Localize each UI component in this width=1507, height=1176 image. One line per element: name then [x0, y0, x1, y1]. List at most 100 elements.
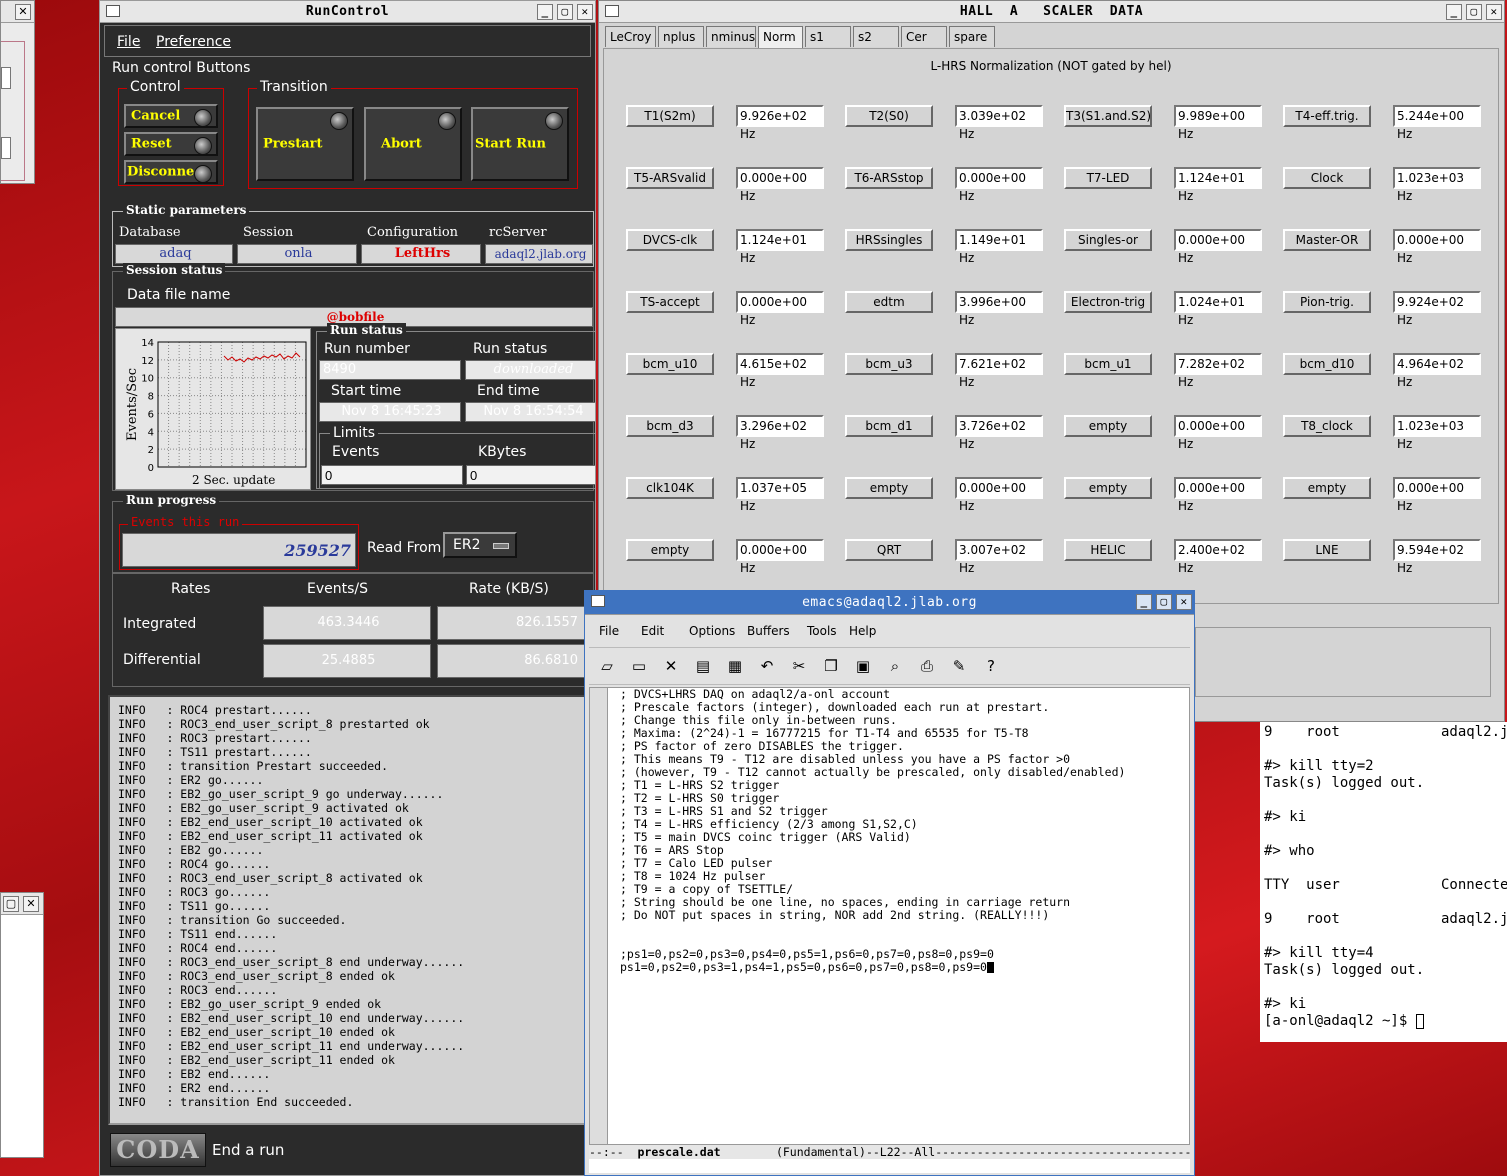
maximize-icon[interactable]: ▢	[1156, 594, 1172, 610]
terminal-window[interactable]: 9 root adaql2.jla #> kill tty=2 Task(s) l…	[1260, 722, 1507, 1042]
copy-icon[interactable]: ❐	[821, 656, 841, 676]
scaler-channel-button[interactable]: Pion-trig.	[1283, 291, 1371, 313]
menu-preference[interactable]: Preference	[156, 34, 231, 50]
scaler-channel-button[interactable]: bcm_u1	[1064, 353, 1152, 375]
scaler-channel-button[interactable]: empty	[626, 539, 714, 561]
scaler-channel-button[interactable]: HRSsingles	[845, 229, 933, 251]
minimize-icon[interactable]: _	[1446, 4, 1462, 20]
editor-text[interactable]: ; DVCS+LHRS DAQ on adaql2/a-onl account;…	[620, 688, 1179, 974]
scaler-channel-button[interactable]: T1(S2m)	[626, 105, 714, 127]
partial-window-bottom-left[interactable]: ▢ ✕	[0, 892, 44, 1158]
scaler-channel-button[interactable]: Electron-trig	[1064, 291, 1152, 313]
close-icon[interactable]: ✕	[15, 4, 31, 20]
scaler-channel-button[interactable]: T4-eff.trig.	[1283, 105, 1371, 127]
scaler-channel-button[interactable]: empty	[845, 477, 933, 499]
tab-cer[interactable]: Cer	[901, 26, 947, 47]
menu-file[interactable]: File	[117, 34, 140, 50]
scaler-channel-button[interactable]: Master-OR	[1283, 229, 1371, 251]
scaler-channel-button[interactable]: LNE	[1283, 539, 1371, 561]
tab-norm[interactable]: Norm	[758, 26, 803, 48]
window-menu-icon[interactable]	[605, 5, 619, 17]
scaler-channel-button[interactable]: T8_clock	[1283, 415, 1371, 437]
scaler-channel-button[interactable]: clk104K	[626, 477, 714, 499]
maximize-icon[interactable]: ▢	[1466, 4, 1482, 20]
scaler-channel-button[interactable]: DVCS-clk	[626, 229, 714, 251]
tab-s1[interactable]: s1	[805, 26, 851, 47]
preferences-icon[interactable]: ✎	[949, 656, 969, 676]
scaler-channel-button[interactable]: T7-LED	[1064, 167, 1152, 189]
events-limit-input[interactable]	[321, 465, 463, 485]
close-icon[interactable]: ✕	[1486, 4, 1502, 20]
menu-tools[interactable]: Tools	[807, 624, 837, 638]
menu-options[interactable]: Options	[689, 624, 735, 638]
window-menu-icon[interactable]	[106, 5, 120, 17]
close-buffer-icon[interactable]: ✕	[661, 656, 681, 676]
prestart-button[interactable]: Prestart	[256, 107, 354, 181]
minimize-icon[interactable]: _	[537, 4, 553, 20]
emacs-editor[interactable]: ; DVCS+LHRS DAQ on adaql2/a-onl account;…	[589, 687, 1190, 1145]
tab-lecroy[interactable]: LeCroy	[605, 26, 656, 47]
save-as-icon[interactable]: ▦	[725, 656, 745, 676]
open-folder-icon[interactable]: ▭	[629, 656, 649, 676]
new-file-icon[interactable]: ▱	[597, 656, 617, 676]
scaler-channel-button[interactable]: Clock	[1283, 167, 1371, 189]
menu-file[interactable]: File	[599, 624, 619, 638]
emacs-titlebar[interactable]: emacs@adaql2.jlab.org _ ▢ ✕	[585, 591, 1194, 615]
save-icon[interactable]: ▤	[693, 656, 713, 676]
help-icon[interactable]: ?	[981, 656, 1001, 676]
scrollbar[interactable]	[590, 688, 608, 1144]
scaler-channel-button[interactable]: empty	[1064, 415, 1152, 437]
cancel-button[interactable]: Cancel	[124, 104, 218, 128]
scaler-channel-button[interactable]: Singles-or	[1064, 229, 1152, 251]
plot-ytick-label: 8	[148, 392, 154, 403]
window-menu-icon[interactable]	[591, 595, 605, 607]
partial-window-top-left[interactable]: ✕	[0, 0, 35, 184]
scaler-channel-button[interactable]: HELIC	[1064, 539, 1152, 561]
scaler-channel-button[interactable]: bcm_u10	[626, 353, 714, 375]
tab-spare[interactable]: spare	[949, 26, 995, 47]
scaler-channel-button[interactable]: TS-accept	[626, 291, 714, 313]
print-icon[interactable]: ⎙	[917, 656, 937, 676]
tab-nminus[interactable]: nminus	[706, 26, 756, 47]
maximize-icon[interactable]: ▢	[557, 4, 573, 20]
start-run-button[interactable]: Start Run	[471, 107, 569, 181]
scaler-channel-button[interactable]: bcm_u3	[845, 353, 933, 375]
scaler-channel-button[interactable]: bcm_d10	[1283, 353, 1371, 375]
scaler-channel-button[interactable]: bcm_d3	[626, 415, 714, 437]
close-icon[interactable]: ✕	[1176, 594, 1192, 610]
menu-buffers[interactable]: Buffers	[747, 624, 790, 638]
search-icon[interactable]: ⌕	[885, 656, 905, 676]
scaler-channel-button[interactable]: edtm	[845, 291, 933, 313]
tab-s2[interactable]: s2	[853, 26, 899, 47]
cut-icon[interactable]: ✂	[789, 656, 809, 676]
scaler-channel-button[interactable]: T6-ARSstop	[845, 167, 933, 189]
close-icon[interactable]: ✕	[23, 896, 39, 912]
menu-edit[interactable]: Edit	[641, 624, 664, 638]
paste-icon[interactable]: ▣	[853, 656, 873, 676]
close-icon[interactable]: ✕	[577, 4, 593, 20]
message-log[interactable]: INFO : ROC4 prestart...... INFO : ROC3_en…	[108, 695, 594, 1125]
scaler-channel-button[interactable]: T3(S1.and.S2)	[1064, 105, 1152, 127]
scaler-channel-button[interactable]: bcm_d1	[845, 415, 933, 437]
maximize-icon[interactable]: ▢	[3, 896, 19, 912]
kbytes-limit-input[interactable]	[466, 465, 595, 485]
read-from-select[interactable]: ER2	[443, 532, 517, 558]
scaler-channel-button[interactable]: T2(S0)	[845, 105, 933, 127]
abort-button[interactable]: Abort	[364, 107, 462, 181]
scaler-rate-value: 0.000e+00 Hz	[1174, 477, 1262, 513]
session-value: onla	[237, 244, 357, 264]
runcontrol-titlebar[interactable]: RunControl _ ▢ ✕	[100, 1, 595, 23]
reset-button[interactable]: Reset	[124, 132, 218, 156]
scaler-channel-button[interactable]: QRT	[845, 539, 933, 561]
tab-nplus[interactable]: nplus	[658, 26, 704, 47]
undo-icon[interactable]: ↶	[757, 656, 777, 676]
minimize-icon[interactable]: _	[1136, 594, 1152, 610]
scaler-titlebar[interactable]: HALL A SCALER DATA _ ▢ ✕	[599, 1, 1504, 23]
emacs-minibuffer[interactable]	[589, 1159, 1190, 1173]
scaler-channel-button[interactable]: empty	[1283, 477, 1371, 499]
plot-ytick-label: 14	[141, 338, 154, 349]
scaler-channel-button[interactable]: T5-ARSvalid	[626, 167, 714, 189]
disconnect-button[interactable]: Disconnect	[124, 160, 218, 184]
scaler-channel-button[interactable]: empty	[1064, 477, 1152, 499]
menu-help[interactable]: Help	[849, 624, 876, 638]
